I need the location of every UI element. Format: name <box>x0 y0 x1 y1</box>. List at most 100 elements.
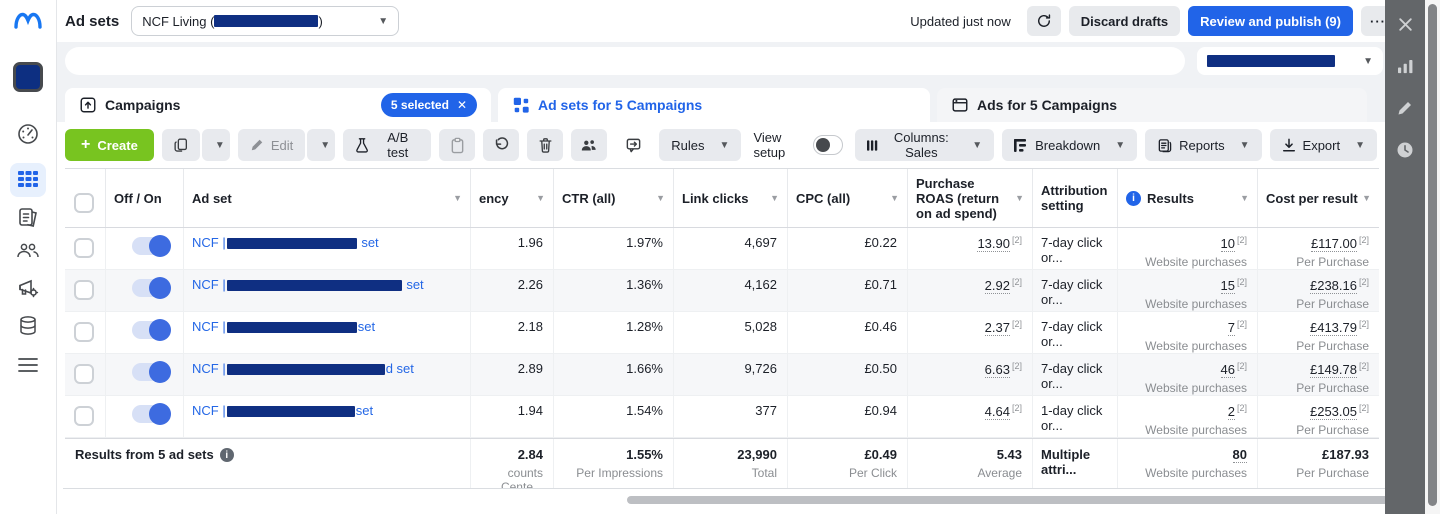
adset-status-toggle[interactable] <box>132 363 169 381</box>
results-sub-label: Website purchases <box>1126 381 1247 395</box>
info-icon[interactable]: i <box>1126 191 1141 206</box>
close-panel-button[interactable] <box>1385 4 1425 44</box>
duplicate-button[interactable] <box>162 129 200 161</box>
business-avatar[interactable] <box>13 62 43 92</box>
search-input[interactable] <box>65 47 1185 75</box>
columns-icon <box>867 139 878 152</box>
edit-button[interactable]: Edit <box>238 129 305 161</box>
row-checkbox[interactable] <box>74 322 94 342</box>
adset-name-link[interactable]: NCF |d set <box>192 361 414 376</box>
pages-icon[interactable] <box>16 205 40 229</box>
tab-campaigns[interactable]: Campaigns 5 selected ✕ <box>65 88 491 122</box>
audience-icon <box>580 138 598 153</box>
ads-manager-home-icon[interactable] <box>16 122 40 146</box>
table-row: NCF | set 1.96 1.97% 4,697 £0.22 13.90[2… <box>65 228 1379 270</box>
assign-people-button[interactable] <box>571 129 607 161</box>
table-footer: Results from 5 ad sets i 2.84counts Cent… <box>65 438 1379 488</box>
col-ctr[interactable]: CTR (all)▼ <box>553 169 673 227</box>
revert-button[interactable] <box>483 129 519 161</box>
audiences-icon[interactable] <box>15 240 41 262</box>
roas-cell: 2.92[2] <box>907 270 1032 311</box>
table-row: NCF |set 2.18 1.28% 5,028 £0.46 2.37[2] … <box>65 312 1379 354</box>
frequency-cell: 2.18 <box>470 312 553 353</box>
results-sub-label: Website purchases <box>1126 297 1247 311</box>
adset-name-link[interactable]: NCF | set <box>192 277 424 292</box>
footer-results: 80Website purchases <box>1117 439 1257 488</box>
menu-icon[interactable] <box>16 356 40 374</box>
ab-test-button[interactable]: A/B test <box>343 129 431 161</box>
horizontal-scrollbar[interactable] <box>627 496 1436 504</box>
col-frequency-truncated[interactable]: ency▼ <box>470 169 553 227</box>
export-button[interactable]: Export ▼ <box>1270 129 1377 161</box>
info-icon[interactable]: i <box>220 448 234 462</box>
col-link-clicks[interactable]: Link clicks▼ <box>673 169 787 227</box>
adset-status-toggle[interactable] <box>132 279 169 297</box>
clear-selection-icon[interactable]: ✕ <box>457 98 467 112</box>
cost-sub-label: Per Purchase <box>1266 339 1369 353</box>
frequency-cell: 2.26 <box>470 270 553 311</box>
vertical-scrollbar[interactable] <box>1428 4 1437 506</box>
edit-caret-button[interactable]: ▼ <box>307 129 335 161</box>
pin-flag-button[interactable] <box>615 129 651 161</box>
main-area: Ad sets NCF Living ( ) ▼ Updated just no… <box>57 0 1385 514</box>
delete-button[interactable] <box>527 129 563 161</box>
rules-button[interactable]: Rules ▼ <box>659 129 741 161</box>
footer-summary-label: Results from 5 ad sets i <box>65 439 470 488</box>
chevron-down-icon: ▼ <box>378 16 388 27</box>
selected-count-badge[interactable]: 5 selected ✕ <box>381 93 477 117</box>
edit-panel-button[interactable] <box>1385 88 1425 128</box>
billing-coins-icon[interactable] <box>16 314 40 338</box>
more-options-button[interactable]: ··· <box>1361 6 1385 36</box>
col-purchase-roas[interactable]: Purchase ROAS (return on ad spend)▼ <box>907 169 1032 227</box>
results-sub-label: Website purchases <box>1126 255 1247 269</box>
adset-name-link[interactable]: NCF |set <box>192 319 375 334</box>
insights-button[interactable] <box>1385 46 1425 86</box>
results-cell: 2[2] Website purchases <box>1117 396 1257 437</box>
cost-sub-label: Per Purchase <box>1266 255 1369 269</box>
review-publish-button[interactable]: Review and publish (9) <box>1188 6 1353 36</box>
refresh-icon <box>1036 13 1052 29</box>
create-button[interactable]: + Create <box>65 129 154 161</box>
adset-name-link[interactable]: NCF | set <box>192 235 379 250</box>
col-cpc[interactable]: CPC (all)▼ <box>787 169 907 227</box>
adset-status-toggle[interactable] <box>132 405 169 423</box>
advertise-megaphone-icon[interactable] <box>16 276 40 300</box>
duplicate-caret-button[interactable]: ▼ <box>202 129 230 161</box>
tab-ads[interactable]: Ads for 5 Campaigns <box>937 88 1367 122</box>
tab-adsets-label: Ad sets for 5 Campaigns <box>538 97 702 113</box>
footer-cost: £187.93Per Purchase <box>1257 439 1379 488</box>
paste-button[interactable] <box>439 129 475 161</box>
redacted-name-bar <box>227 322 357 333</box>
account-selector-dropdown[interactable]: NCF Living ( ) ▼ <box>131 6 399 36</box>
adset-status-toggle[interactable] <box>132 237 169 255</box>
row-checkbox[interactable] <box>74 364 94 384</box>
refresh-button[interactable] <box>1027 6 1061 36</box>
col-results[interactable]: iResults▼ <box>1117 169 1257 227</box>
columns-button[interactable]: Columns: Sales ▼ <box>855 129 994 161</box>
row-checkbox[interactable] <box>74 238 94 258</box>
row-toggle-cell <box>105 354 183 395</box>
row-checkbox[interactable] <box>74 280 94 300</box>
footnote-ref: [2] <box>1012 277 1022 287</box>
view-setup-toggle[interactable] <box>813 135 843 155</box>
adset-status-toggle[interactable] <box>132 321 169 339</box>
tab-adsets[interactable]: Ad sets for 5 Campaigns <box>498 88 930 122</box>
row-checkbox[interactable] <box>74 406 94 426</box>
meta-logo[interactable] <box>13 10 43 32</box>
discard-drafts-button[interactable]: Discard drafts <box>1069 6 1180 36</box>
col-adset[interactable]: Ad set▼ <box>183 169 470 227</box>
ctr-cell: 1.36% <box>553 270 673 311</box>
link-clicks-cell: 377 <box>673 396 787 437</box>
select-all-checkbox[interactable] <box>74 193 94 213</box>
adset-name-link[interactable]: NCF |set <box>192 403 373 418</box>
reports-button[interactable]: Reports ▼ <box>1145 129 1261 161</box>
breakdown-button[interactable]: Breakdown ▼ <box>1002 129 1137 161</box>
col-cost-per-result[interactable]: Cost per result▼ <box>1257 169 1379 227</box>
chevron-down-icon: ▼ <box>1115 140 1125 151</box>
ctr-cell: 1.66% <box>553 354 673 395</box>
account-filter-dropdown[interactable]: ▼ <box>1197 47 1383 75</box>
frequency-cell: 1.96 <box>470 228 553 269</box>
footer-link-clicks: 23,990Total <box>673 439 787 488</box>
campaigns-table-icon[interactable] <box>10 163 46 197</box>
history-button[interactable] <box>1385 130 1425 170</box>
